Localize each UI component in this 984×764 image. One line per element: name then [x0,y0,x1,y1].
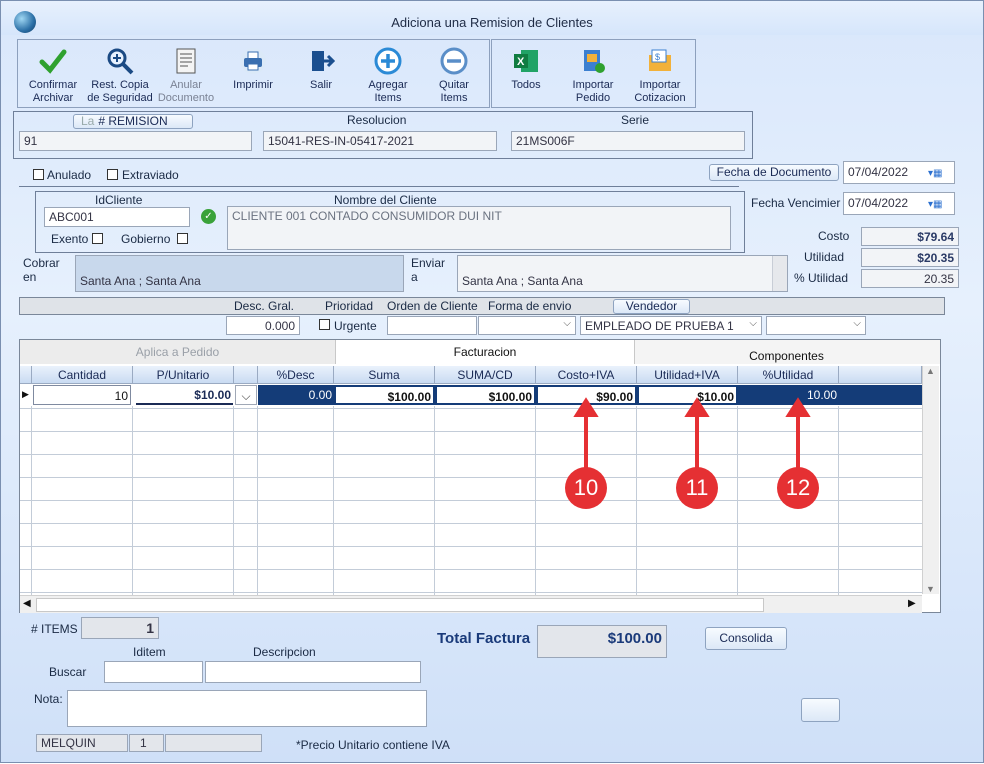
callout-arrowhead-11 [684,397,710,417]
items-count-field: 1 [81,617,159,639]
app-window: Adiciona una Remision de Clientes Confir… [0,0,984,763]
consolida-button[interactable]: Consolida [705,627,787,650]
callout-badge-10: 10 [565,467,607,509]
nota-label: Nota: [34,692,63,706]
callout-badge-11: 11 [676,467,718,509]
total-factura-label: Total Factura [437,630,531,647]
status-blank-field [165,734,262,752]
callout-arrowhead-10 [573,397,599,417]
buscar-iditem-field[interactable] [104,661,203,683]
descripcion-label: Descripcion [253,645,316,659]
items-count-label: # ITEMS [31,622,78,636]
callout-arrowhead-12 [785,397,811,417]
iditem-label: Iditem [133,645,166,659]
nota-field[interactable] [67,690,427,727]
buscar-label: Buscar [49,665,87,679]
callout-badge-12: 12 [777,467,819,509]
user-field: MELQUIN [36,734,128,752]
user-num-field: 1 [129,734,164,752]
buscar-descripcion-field[interactable] [205,661,421,683]
iva-note: *Precio Unitario contiene IVA [296,738,450,752]
blank-button[interactable] [801,698,840,722]
total-factura-field: $100.00 [537,625,667,658]
